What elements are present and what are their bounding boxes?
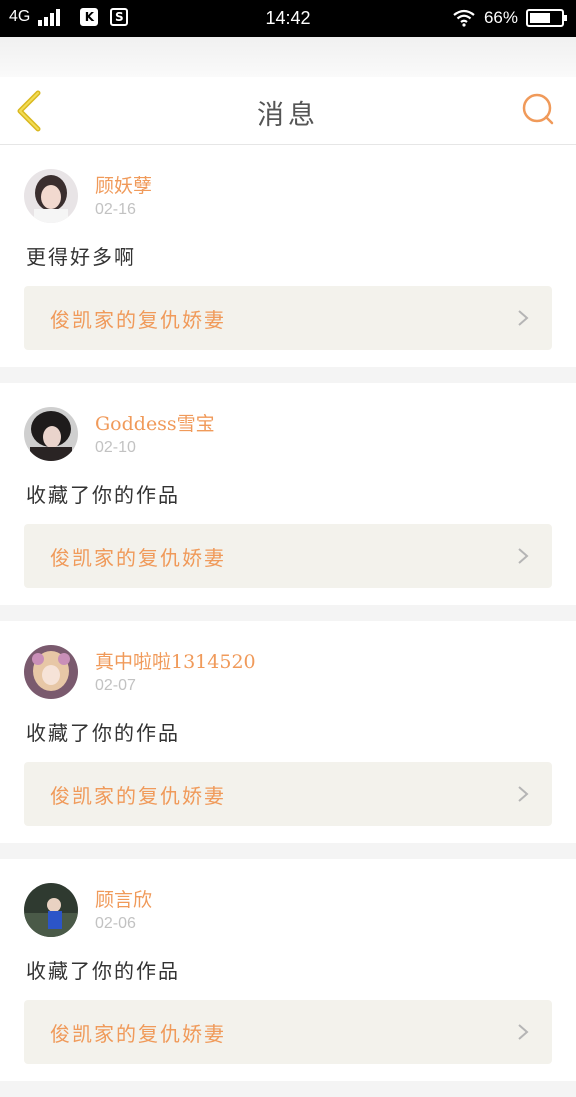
navigation-bar: 消息 — [0, 77, 576, 145]
avatar[interactable] — [24, 169, 78, 223]
search-button[interactable] — [520, 91, 556, 127]
work-title: 俊凯家的复仇娇妻 — [50, 1022, 226, 1046]
status-right: 66% — [452, 8, 567, 28]
message-card: 真中啦啦1314520 02-07 收藏了你的作品 俊凯家的复仇娇妻 — [0, 621, 576, 843]
battery-level — [530, 13, 550, 23]
work-title: 俊凯家的复仇娇妻 — [50, 546, 226, 570]
header-spacer — [0, 37, 576, 77]
page-title: 消息 — [257, 100, 319, 131]
username[interactable]: Goddess雪宝 — [95, 409, 215, 436]
message-date: 02-07 — [95, 677, 136, 694]
status-bar: 4G K S 14:42 66% — [0, 0, 576, 37]
work-link[interactable]: 俊凯家的复仇娇妻 — [24, 1000, 552, 1064]
search-icon — [522, 93, 554, 125]
message-text: 更得好多啊 — [26, 245, 136, 269]
work-link[interactable]: 俊凯家的复仇娇妻 — [24, 524, 552, 588]
avatar[interactable] — [24, 645, 78, 699]
work-link[interactable]: 俊凯家的复仇娇妻 — [24, 762, 552, 826]
message-text: 收藏了你的作品 — [26, 959, 180, 983]
message-card: 顾言欣 02-06 收藏了你的作品 俊凯家的复仇娇妻 — [0, 859, 576, 1081]
avatar[interactable] — [24, 407, 78, 461]
message-card: 顾妖孽 02-16 更得好多啊 俊凯家的复仇娇妻 — [0, 145, 576, 367]
username[interactable]: 顾妖孽 — [95, 171, 152, 198]
message-text: 收藏了你的作品 — [26, 483, 180, 507]
message-text: 收藏了你的作品 — [26, 721, 180, 745]
wifi-icon — [453, 9, 475, 27]
chevron-right-icon — [518, 548, 529, 564]
work-title: 俊凯家的复仇娇妻 — [50, 308, 226, 332]
message-date: 02-06 — [95, 915, 136, 932]
chevron-right-icon — [518, 1024, 529, 1040]
work-link[interactable]: 俊凯家的复仇娇妻 — [24, 286, 552, 350]
work-title: 俊凯家的复仇娇妻 — [50, 784, 226, 808]
message-date: 02-16 — [95, 201, 136, 218]
message-card: Goddess雪宝 02-10 收藏了你的作品 俊凯家的复仇娇妻 — [0, 383, 576, 605]
message-date: 02-10 — [95, 439, 136, 456]
avatar[interactable] — [24, 883, 78, 937]
message-list: 顾妖孽 02-16 更得好多啊 俊凯家的复仇娇妻 Goddess雪宝 02-10… — [0, 145, 576, 1097]
username[interactable]: 真中啦啦1314520 — [95, 647, 256, 674]
username[interactable]: 顾言欣 — [95, 885, 152, 912]
battery-icon — [526, 9, 567, 27]
battery-percent: 66% — [483, 8, 518, 27]
chevron-right-icon — [518, 786, 529, 802]
chevron-right-icon — [518, 310, 529, 326]
